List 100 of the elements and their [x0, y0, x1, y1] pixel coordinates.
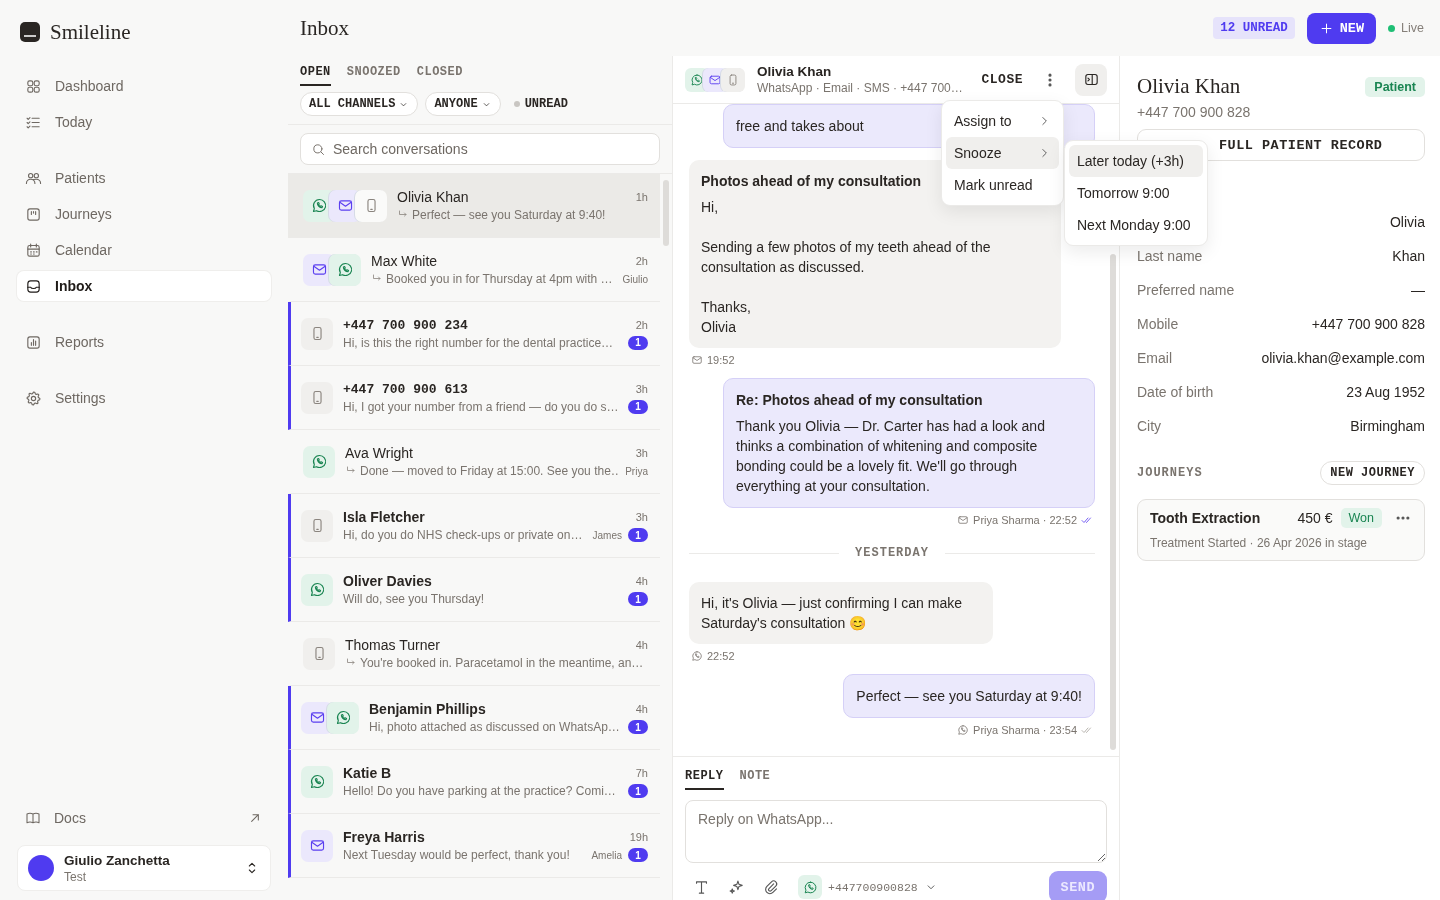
- conversation-row[interactable]: Thomas Turner 4h You're booked in. Paracetamol in the meantime, an…: [288, 622, 660, 686]
- channel-summary: WhatsApp · Email · SMS · +447 700…: [757, 81, 964, 95]
- panel-icon: [1082, 71, 1100, 88]
- patient-phone: +447 700 900 828: [1137, 104, 1252, 120]
- nav-item[interactable]: Today: [17, 107, 271, 137]
- unread-toggle[interactable]: UNREAD: [507, 97, 574, 111]
- book-icon: [25, 810, 41, 826]
- menu-item[interactable]: Tomorrow 9:00: [1069, 177, 1203, 209]
- conversation-row[interactable]: Olivia Khan 1h Perfect — see you Saturday at 9:40!: [288, 174, 660, 238]
- whatsapp-icon: [957, 724, 970, 736]
- message-meta: Priya Sharma · 23:54: [973, 724, 1077, 736]
- grid-icon: [25, 77, 42, 95]
- conversation-row[interactable]: +447 700 900 613 3h Hi, I got your number from a friend — do you do s… 1: [288, 366, 660, 430]
- journey-stage: Treatment Started · 26 Apr 2026 in stage: [1150, 536, 1368, 550]
- mail-icon: [957, 514, 970, 526]
- tab[interactable]: REPLY: [685, 769, 724, 790]
- message-preview: Hello! Do you have parking at the practice? Comi…: [343, 784, 616, 798]
- message-meta: Priya Sharma · 22:52: [973, 514, 1077, 526]
- inbox-icon: [25, 277, 42, 295]
- message-bubble: Perfect — see you Saturday at 9:40!: [843, 674, 1095, 718]
- field-label: Mobile: [1137, 316, 1179, 332]
- nav-item[interactable]: Settings: [17, 383, 271, 413]
- paperclip-icon[interactable]: [763, 878, 780, 896]
- conversation-row[interactable]: Oliver Davies 4h Will do, see you Thursday! 1: [288, 558, 660, 622]
- field-label: City: [1137, 418, 1162, 434]
- reply-field[interactable]: Reply on WhatsApp...: [685, 800, 1107, 863]
- contact-name: Max White: [371, 253, 438, 269]
- contact-name: Ava Wright: [345, 445, 413, 461]
- nav-item[interactable]: Patients: [17, 163, 271, 193]
- settings-icon: [25, 389, 42, 407]
- conversation-row[interactable]: +447 700 900 234 2h Hi, is this the right number for the dental practice… 1: [288, 302, 660, 366]
- contact-name: Benjamin Phillips: [369, 701, 486, 717]
- scrollbar[interactable]: [663, 180, 669, 246]
- conversation-row[interactable]: Katie B 7h Hello! Do you have parking at the practice? Comi… 1: [288, 750, 660, 814]
- search-field[interactable]: Search conversations: [300, 133, 660, 165]
- tab[interactable]: SNOOZED: [346, 65, 401, 86]
- board-icon: [25, 205, 42, 223]
- journey-card[interactable]: Tooth Extraction 450 € Won Treatment Started · 26 Apr 2026 in stage: [1137, 499, 1425, 561]
- tab[interactable]: NOTE: [739, 769, 771, 790]
- message-preview: Hi, do you do NHS check-ups or private on…: [343, 528, 583, 542]
- timestamp: 3h: [635, 447, 648, 459]
- message-preview: You're booked in. Paracetamol in the meantime, an…: [360, 656, 642, 670]
- contact-name: Katie B: [343, 765, 392, 781]
- conversation-row[interactable]: Benjamin Phillips 4h Hi, photo attached as discussed on WhatsAp… 1: [288, 686, 660, 750]
- timestamp: 2h: [635, 255, 648, 267]
- brand-name: Smileline: [50, 19, 131, 45]
- phone-icon: [303, 637, 335, 670]
- search-icon: [311, 141, 326, 157]
- conversation-row[interactable]: Freya Harris 19h Next Tuesday would be perfect, thank you! Amelia 1: [288, 814, 660, 878]
- nav-item[interactable]: Inbox: [17, 271, 271, 301]
- workspace-name: Test: [64, 869, 87, 884]
- patient-tag: Patient: [1365, 76, 1425, 97]
- menu-item[interactable]: Assign to: [946, 105, 1059, 137]
- message-preview: Booked you in for Thursday at 4pm with …: [386, 272, 613, 286]
- message-preview: Hi, I got your number from a friend — do you do s…: [343, 399, 619, 414]
- journey-name: Tooth Extraction: [1150, 510, 1262, 526]
- field-label: Preferred name: [1137, 282, 1235, 298]
- menu-item[interactable]: Next Monday 9:00: [1069, 209, 1203, 241]
- scrollbar[interactable]: [1110, 254, 1116, 750]
- filter-dropdown[interactable]: ANYONE: [425, 92, 501, 116]
- message-subject: Re: Photos ahead of my consultation: [736, 391, 983, 410]
- whatsapp-icon: [329, 253, 361, 286]
- filter-dropdown[interactable]: ALL CHANNELS: [300, 92, 419, 116]
- nav-item[interactable]: Journeys: [17, 199, 271, 229]
- user-switcher[interactable]: Giulio Zanchetta Test: [17, 845, 271, 891]
- message-preview: Hi, photo attached as discussed on WhatsAp…: [369, 720, 620, 734]
- phone-icon: [301, 317, 333, 350]
- sparkle-icon[interactable]: [728, 878, 745, 896]
- nav-item[interactable]: Reports: [17, 327, 271, 357]
- menu-item[interactable]: Snooze: [946, 137, 1059, 169]
- sender-select[interactable]: +447700900828: [798, 875, 938, 899]
- tab[interactable]: OPEN: [300, 65, 331, 86]
- panel-toggle-button[interactable]: [1075, 63, 1107, 96]
- conversation-row[interactable]: Max White 2h Booked you in for Thursday at 4pm with … Giulio: [288, 238, 660, 302]
- conversation-row[interactable]: Isla Fletcher 3h Hi, do you do NHS check-ups or private on… James 1: [288, 494, 660, 558]
- timestamp: 2h: [635, 319, 648, 331]
- message-bubble: Hi, it's Olivia — just confirming I can make Saturday's consultation 😊: [689, 582, 993, 644]
- unread-count: 1: [628, 528, 648, 542]
- nav-item[interactable]: Dashboard: [17, 71, 271, 101]
- field-value: Birmingham: [1350, 418, 1425, 434]
- close-button[interactable]: CLOSE: [971, 65, 1033, 94]
- assignee-name: Amelia: [591, 849, 622, 861]
- unread-count: 1: [628, 784, 648, 798]
- field-label: Last name: [1137, 248, 1203, 264]
- date-divider: YESTERDAY: [855, 546, 929, 560]
- text-format-icon[interactable]: [693, 878, 710, 896]
- conversation-row[interactable]: Ava Wright 3h Done — moved to Friday at 15:00. See you the… Priya: [288, 430, 660, 494]
- timestamp: 7h: [635, 767, 648, 779]
- menu-item[interactable]: Mark unread: [946, 169, 1059, 201]
- nav-item[interactable]: Calendar: [17, 235, 271, 265]
- menu-item[interactable]: Later today (+3h): [1069, 145, 1203, 177]
- new-button[interactable]: NEW: [1306, 12, 1377, 44]
- tab[interactable]: CLOSED: [416, 65, 463, 86]
- field-value: +447 700 900 828: [1311, 316, 1425, 332]
- docs-link[interactable]: Docs: [25, 810, 86, 826]
- contact-name: Olivia Khan: [757, 64, 833, 79]
- timestamp: 3h: [635, 383, 648, 395]
- field-value: Olivia: [1390, 214, 1425, 230]
- timestamp: 3h: [635, 511, 648, 523]
- user-name: Giulio Zanchetta: [64, 852, 171, 868]
